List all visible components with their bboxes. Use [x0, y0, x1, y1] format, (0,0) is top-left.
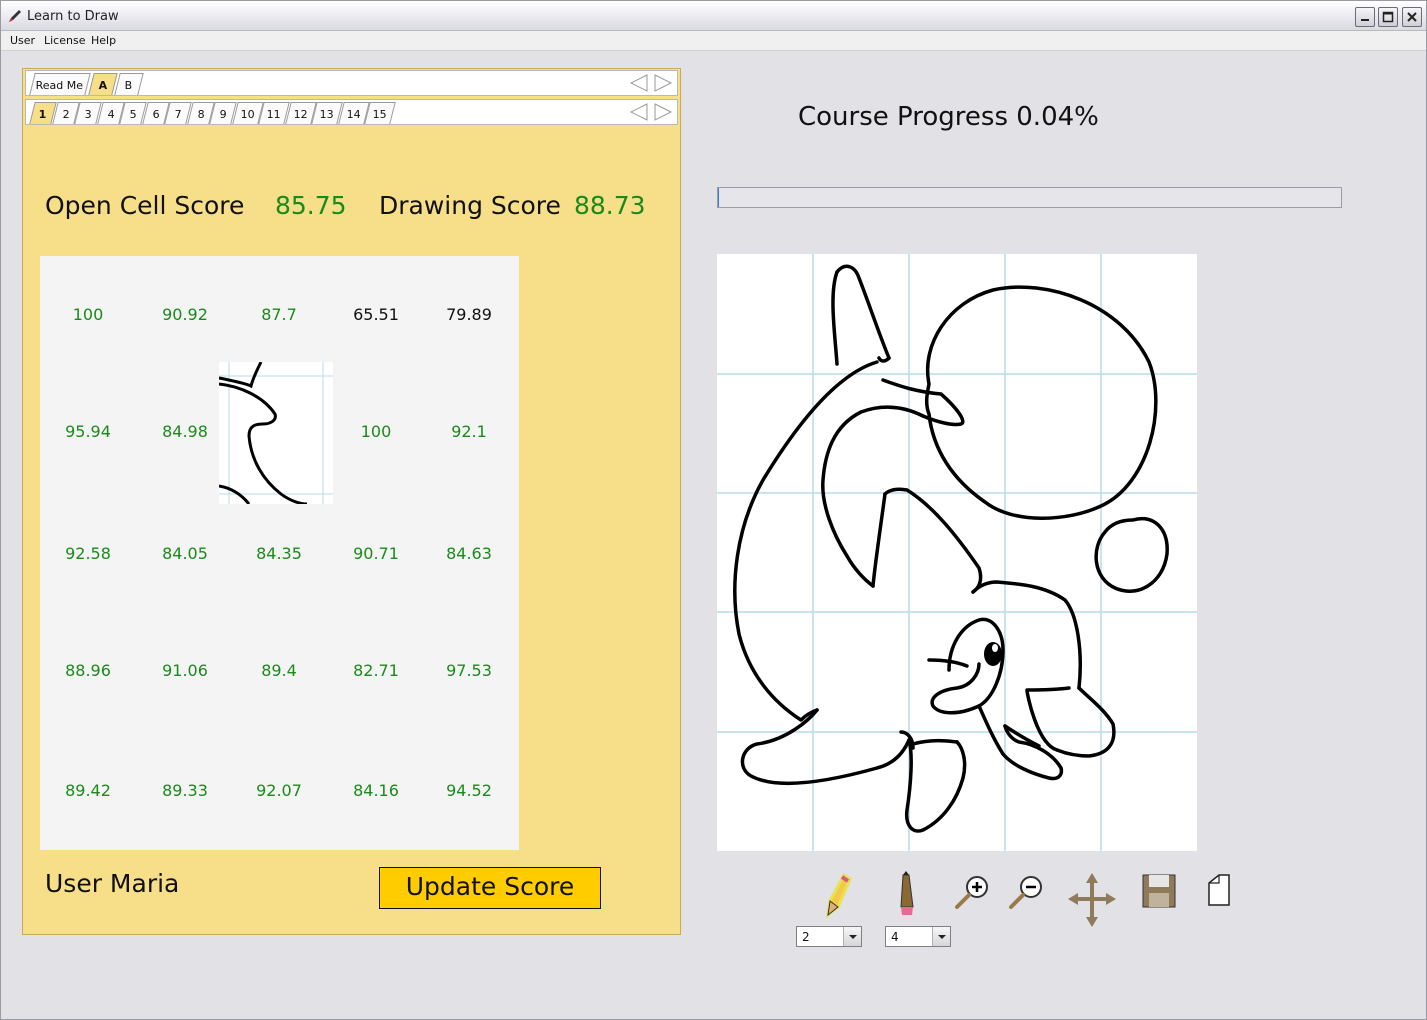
zoom-out-icon[interactable] [1005, 871, 1045, 921]
cell-score-r3-c5[interactable]: 84.63 [424, 544, 514, 563]
drawing-score-value: 88.73 [574, 191, 646, 220]
cell-score-r5-c3[interactable]: 92.07 [234, 781, 324, 800]
cell-score-r3-c1[interactable]: 92.58 [43, 544, 133, 563]
inner-scroll-right-icon [654, 103, 673, 121]
cell-score-r3-c4[interactable]: 90.71 [331, 544, 421, 563]
pencil-size-select[interactable]: 4 [885, 926, 951, 947]
title-bar[interactable]: Learn to Draw [1, 1, 1426, 31]
update-score-button[interactable]: Update Score [379, 867, 601, 909]
minimize-icon [1361, 19, 1369, 21]
tab-a[interactable]: A [88, 73, 118, 95]
cell-score-r1-c4[interactable]: 65.51 [331, 305, 421, 324]
tab-cell-11[interactable]: 11 [258, 102, 290, 124]
chevron-down-icon[interactable] [932, 927, 950, 946]
inner-scroll-left-icon [629, 103, 648, 121]
open-cell-score-value: 85.75 [275, 191, 347, 220]
cell-score-r5-c4[interactable]: 84.16 [331, 781, 421, 800]
cell-score-r1-c5[interactable]: 79.89 [424, 305, 514, 324]
window-title: Learn to Draw [27, 9, 119, 24]
move-icon[interactable] [1066, 871, 1118, 931]
course-progress-bar [717, 187, 1342, 208]
pencil-app-icon [9, 10, 21, 22]
cell-score-r4-c4[interactable]: 82.71 [331, 661, 421, 680]
menu-bar: User License Help [1, 31, 1426, 51]
tab-cell-15[interactable]: 15 [364, 102, 396, 124]
cell-score-r2-c4[interactable]: 100 [331, 422, 421, 441]
menu-help[interactable]: Help [91, 34, 116, 47]
dolphin-drawing [733, 264, 1169, 833]
tab-read-me[interactable]: Read Me [29, 73, 91, 95]
maximize-icon [1382, 11, 1394, 23]
scroll-left-icon [629, 74, 648, 92]
open-cell-score-label: Open Cell Score [45, 191, 245, 220]
maximize-button[interactable] [1378, 7, 1398, 27]
cell-score-r1-c3[interactable]: 87.7 [234, 305, 324, 324]
menu-license[interactable]: License [44, 34, 85, 47]
save-icon[interactable] [1139, 871, 1179, 921]
drawing-canvas[interactable] [717, 254, 1197, 851]
chevron-down-icon[interactable] [843, 927, 861, 946]
cell-score-r4-c1[interactable]: 88.96 [43, 661, 133, 680]
inner-tab-scroll-arrows[interactable] [627, 102, 675, 122]
cell-score-r4-c3[interactable]: 89.4 [234, 661, 324, 680]
cell-score-r4-c2[interactable]: 91.06 [140, 661, 230, 680]
open-cell-preview[interactable] [219, 362, 333, 504]
user-label: User Maria [45, 869, 180, 898]
close-button[interactable] [1402, 7, 1422, 27]
pen-size-value: 2 [802, 930, 810, 944]
tab-cell-12[interactable]: 12 [284, 102, 317, 124]
outer-tab-row: Read Me A B [25, 70, 678, 96]
cell-score-r2-c1[interactable]: 95.94 [43, 422, 133, 441]
zoom-in-icon[interactable] [951, 871, 991, 921]
cell-score-r2-c2[interactable]: 84.98 [140, 422, 230, 441]
close-icon [1407, 12, 1417, 22]
tab-scroll-arrows[interactable] [627, 73, 675, 93]
canvas-grid [717, 254, 1197, 851]
minimize-button[interactable] [1355, 7, 1375, 27]
new-page-icon[interactable] [1201, 871, 1241, 921]
inner-tab-row: 15 14 13 12 11 10 9 8 7 6 5 4 3 2 1 [25, 99, 678, 125]
tab-cell-13[interactable]: 13 [311, 102, 343, 124]
cell-score-r3-c2[interactable]: 84.05 [140, 544, 230, 563]
tab-cell-10[interactable]: 10 [231, 102, 264, 124]
cell-score-r1-c2[interactable]: 90.92 [140, 305, 230, 324]
tab-b[interactable]: B [114, 73, 144, 95]
cell-score-r5-c5[interactable]: 94.52 [424, 781, 514, 800]
cell-score-r1-c1[interactable]: 100 [43, 305, 133, 324]
cell-score-r4-c5[interactable]: 97.53 [424, 661, 514, 680]
pencil-size-value: 4 [891, 930, 899, 944]
cell-score-r5-c2[interactable]: 89.33 [140, 781, 230, 800]
scoring-panel: Read Me A B 15 14 13 12 11 10 9 8 7 6 5 4 3 2 1 Open C… [22, 68, 681, 935]
pen-icon[interactable] [816, 871, 856, 921]
app-window: Learn to Draw User License Help Read Me … [0, 0, 1427, 1020]
course-progress-label: Course Progress 0.04% [798, 102, 1099, 132]
tab-cell-14[interactable]: 14 [337, 102, 370, 124]
cell-score-grid: 100 90.92 87.7 65.51 79.89 95.94 84.98 100 92.1 9… [40, 256, 519, 850]
cell-score-r5-c1[interactable]: 89.42 [43, 781, 133, 800]
pen-size-select[interactable]: 2 [796, 926, 862, 947]
scroll-right-icon [654, 74, 673, 92]
cell-score-r2-c5[interactable]: 92.1 [424, 422, 514, 441]
drawing-score-label: Drawing Score [379, 191, 561, 220]
cell-score-r3-c3[interactable]: 84.35 [234, 544, 324, 563]
menu-user[interactable]: User [10, 34, 35, 47]
pencil-icon[interactable] [885, 871, 925, 921]
